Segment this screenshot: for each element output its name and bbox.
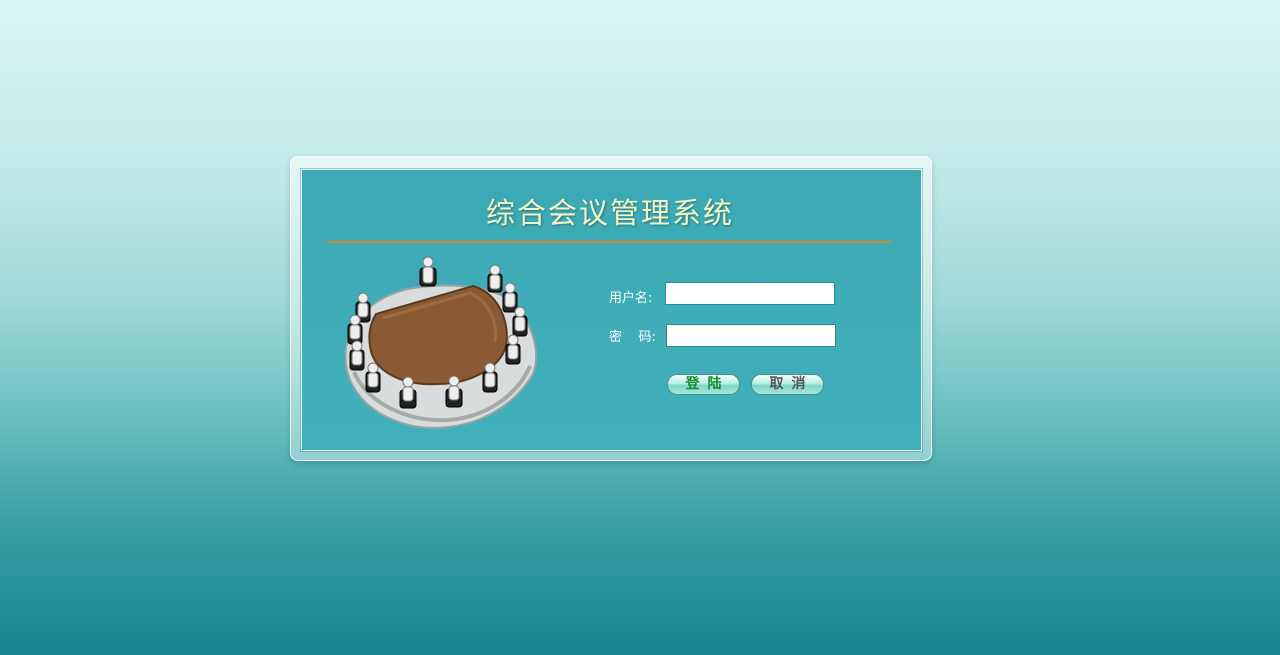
password-input[interactable]	[666, 324, 836, 347]
username-label: 用户名:	[609, 291, 653, 306]
login-button[interactable]: 登陆	[667, 374, 740, 395]
cancel-button[interactable]: 取消	[751, 374, 824, 395]
title-divider	[327, 241, 892, 243]
password-label: 密 码:	[609, 330, 656, 345]
app-title: 综合会议管理系统	[485, 196, 734, 230]
username-input[interactable]	[665, 282, 835, 305]
meeting-table-icon	[344, 256, 538, 429]
